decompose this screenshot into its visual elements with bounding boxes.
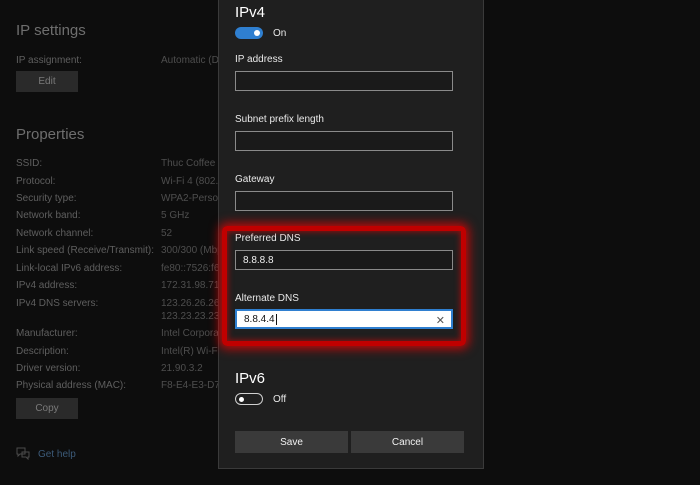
ip-address-label: IP address (235, 54, 283, 65)
toggle-knob (239, 396, 244, 402)
prop-value: 5 GHz (161, 210, 190, 221)
prop-label: SSID: (16, 158, 43, 169)
prop-value: 52 (161, 228, 173, 239)
prop-value: 123.23.23.23 (161, 311, 220, 322)
ipv4-toggle[interactable] (235, 27, 263, 39)
save-button[interactable]: Save (235, 431, 348, 453)
ipv4-toggle-label: On (273, 28, 287, 39)
prop-value: fe80::7526:f6e (161, 263, 225, 274)
edit-button[interactable]: Edit (16, 71, 78, 92)
prop-label: Protocol: (16, 176, 56, 187)
prop-value: Thuc Coffee (161, 158, 216, 169)
alternate-dns-input[interactable]: 8.8.4.4 ✕ (235, 309, 453, 329)
prop-value: 21.90.3.2 (161, 363, 203, 374)
prop-label: Driver version: (16, 363, 81, 374)
ipv6-toggle[interactable] (235, 393, 263, 405)
prop-label: Network band: (16, 210, 81, 221)
edit-ip-dialog: IPv4 On IP address Subnet prefix length … (218, 0, 484, 469)
prop-label: IPv4 address: (16, 280, 78, 291)
ip-settings-title: IP settings (16, 22, 86, 39)
prop-label: Security type: (16, 193, 77, 204)
prop-value: 172.31.98.71 (161, 280, 220, 291)
ip-address-input[interactable] (235, 71, 453, 91)
prop-value: 300/300 (Mbp (161, 245, 223, 256)
gateway-label: Gateway (235, 174, 275, 185)
prop-label: Network channel: (16, 228, 94, 239)
alternate-dns-value: 8.8.4.4 (244, 313, 275, 325)
toggle-knob (254, 30, 260, 36)
ipv4-title: IPv4 (235, 4, 266, 21)
ip-assignment-value: Automatic (Di (161, 55, 222, 66)
prop-label: Link-local IPv6 address: (16, 263, 123, 274)
preferred-dns-label: Preferred DNS (235, 233, 301, 244)
subnet-input[interactable] (235, 131, 453, 151)
prop-label: Manufacturer: (16, 328, 78, 339)
prop-label: Link speed (Receive/Transmit): (16, 245, 155, 256)
prop-value: Wi-Fi 4 (802.1 (161, 176, 224, 187)
clear-icon[interactable]: ✕ (436, 314, 445, 327)
prop-value: 123.26.26.26 (161, 298, 220, 309)
preferred-dns-input[interactable]: 8.8.8.8 (235, 250, 453, 270)
ipv6-title: IPv6 (235, 370, 266, 387)
cancel-button[interactable]: Cancel (351, 431, 464, 453)
prop-value: Intel Corporat (161, 328, 222, 339)
prop-value: Intel(R) Wi-Fi (161, 346, 220, 357)
get-help-link[interactable]: Get help (38, 449, 76, 460)
text-cursor (275, 313, 277, 325)
subnet-label: Subnet prefix length (235, 114, 324, 125)
properties-title: Properties (16, 126, 85, 143)
help-chat-icon (16, 447, 30, 460)
ipv6-toggle-label: Off (273, 394, 287, 405)
ip-assignment-label: IP assignment: (16, 55, 82, 66)
gateway-input[interactable] (235, 191, 453, 211)
copy-button[interactable]: Copy (16, 398, 78, 419)
prop-label: Description: (16, 346, 69, 357)
alternate-dns-label: Alternate DNS (235, 293, 299, 304)
prop-label: IPv4 DNS servers: (16, 298, 99, 309)
prop-label: Physical address (MAC): (16, 380, 127, 391)
prop-value: F8-E4-E3-D7- (161, 380, 224, 391)
